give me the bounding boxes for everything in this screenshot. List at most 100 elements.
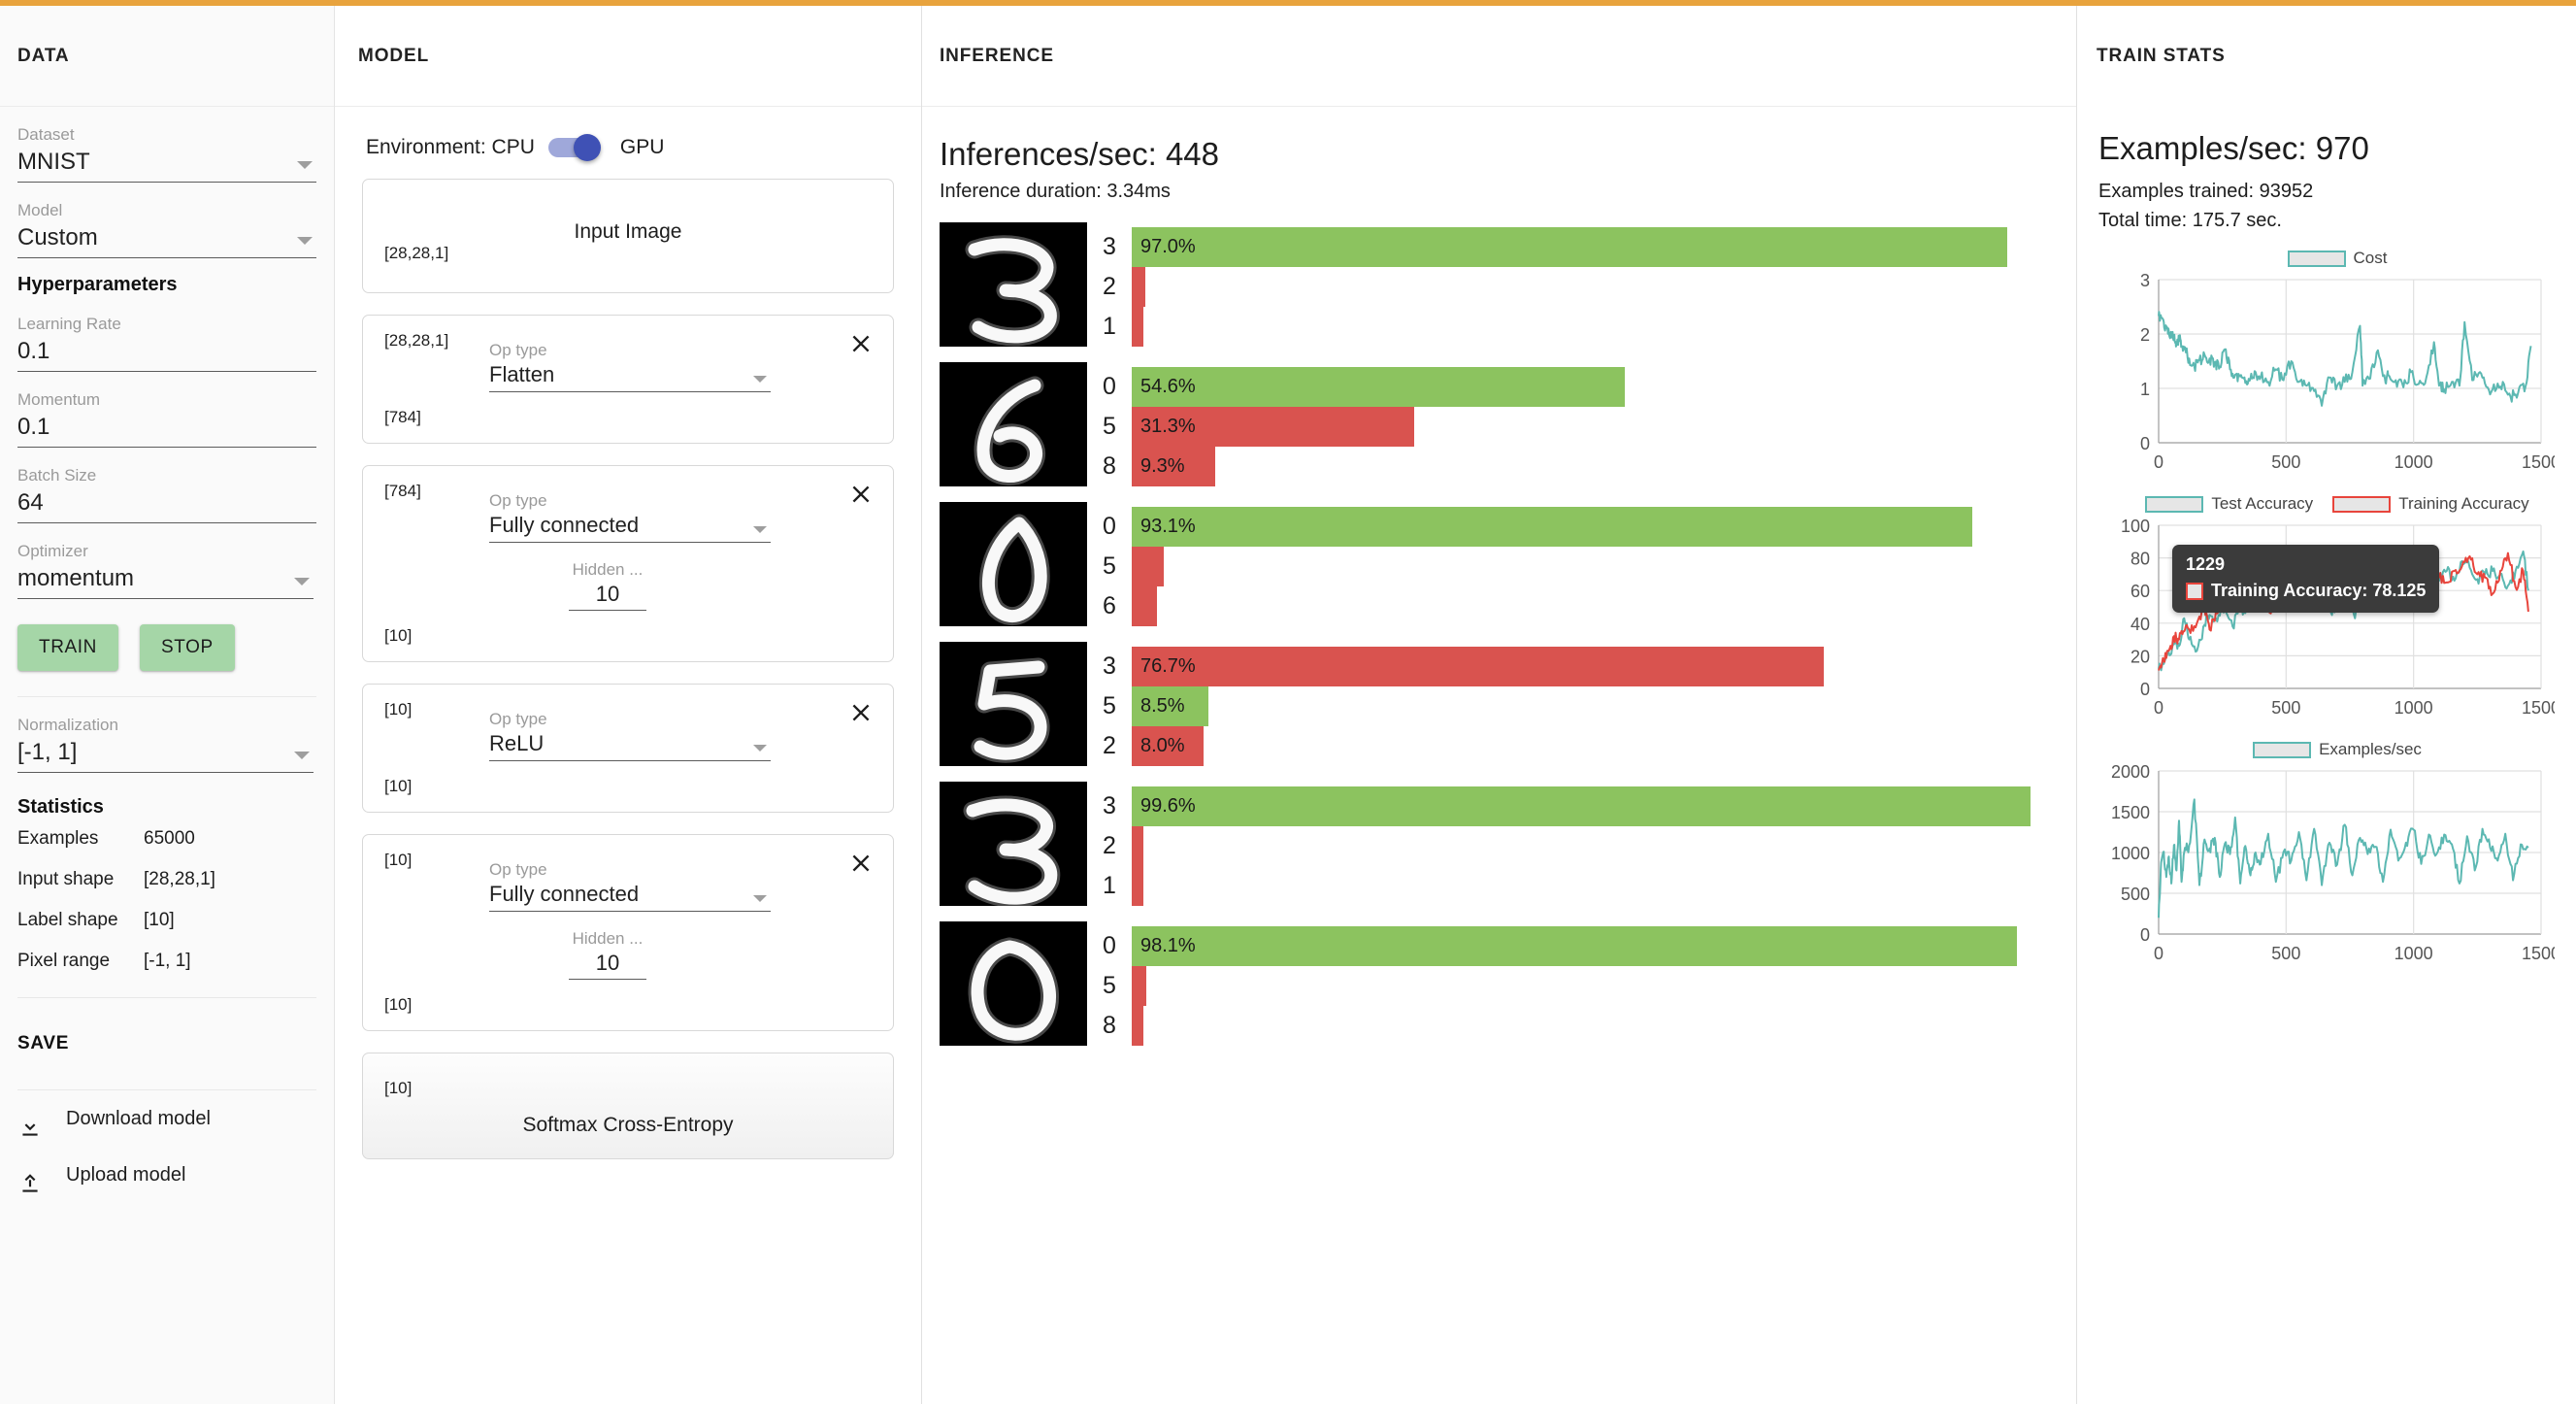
momentum-value[interactable]: 0.1 bbox=[17, 411, 316, 448]
stop-button[interactable]: STOP bbox=[140, 624, 235, 671]
layer-output-shape: [28,28,1] bbox=[384, 244, 449, 262]
chart-series-line bbox=[2158, 311, 2532, 407]
prediction-bar: 1.6% bbox=[1132, 966, 2125, 1006]
normalization-value: [-1, 1] bbox=[17, 736, 314, 773]
momentum-label: Momentum bbox=[17, 390, 101, 409]
op-type-select[interactable]: Flatten bbox=[489, 362, 771, 392]
examples-chart-legend: Examples/sec bbox=[2098, 740, 2576, 759]
prediction-bar: 8.5% bbox=[1132, 686, 1209, 726]
prediction-bars: 0 54.6% 5 31.3% 8 9.3% bbox=[1087, 362, 2076, 486]
prediction-digit: 2 bbox=[1103, 732, 1116, 759]
hidden-units-value[interactable]: 10 bbox=[569, 582, 646, 611]
prediction-digit: 6 bbox=[1103, 592, 1116, 619]
data-panel-body: Dataset MNIST Model Custom Hyperparamete… bbox=[0, 124, 334, 1203]
op-type-label: Op type bbox=[489, 341, 547, 359]
svg-text:0: 0 bbox=[2140, 434, 2150, 453]
op-type-label: Op type bbox=[489, 491, 547, 510]
layer-card-input[interactable]: Input Image [28,28,1] bbox=[362, 179, 894, 293]
layer-card-fully-connected[interactable]: [784] Op type Fully connected Hidden ...… bbox=[362, 465, 894, 662]
legend-item[interactable]: Test Accuracy bbox=[2145, 494, 2313, 514]
svg-text:80: 80 bbox=[2130, 550, 2150, 569]
dataset-label: Dataset bbox=[17, 125, 75, 144]
inference-column: INFERENCE Inferences/sec: 448 Inference … bbox=[922, 6, 2125, 1404]
model-select[interactable]: Model Custom bbox=[17, 200, 316, 258]
accuracy-chart-legend: Test Accuracy Training Accuracy bbox=[2098, 494, 2576, 514]
prediction-line: 5 3.6% bbox=[1087, 547, 2125, 586]
prediction-digit: 2 bbox=[1103, 273, 1116, 300]
hidden-units-value[interactable]: 10 bbox=[569, 951, 646, 980]
op-type-select[interactable]: ReLU bbox=[489, 731, 771, 761]
prediction-line: 8 0.2% bbox=[1087, 1006, 2125, 1046]
layer-input-shape: [784] bbox=[384, 482, 421, 500]
upload-model-label: Upload model bbox=[66, 1164, 186, 1186]
stat-value: [28,28,1] bbox=[144, 869, 215, 889]
legend-item[interactable]: Cost bbox=[2287, 249, 2388, 268]
close-icon[interactable] bbox=[848, 851, 874, 876]
batch-size-value[interactable]: 64 bbox=[17, 486, 316, 523]
optimizer-select[interactable]: Optimizer momentum bbox=[17, 541, 314, 599]
stat-key: Label shape bbox=[17, 910, 118, 930]
prediction-bar-track: 97.0% bbox=[1132, 227, 2076, 267]
prediction-bar: 93.1% bbox=[1132, 507, 1972, 547]
dataset-select[interactable]: Dataset MNIST bbox=[17, 124, 316, 183]
prediction-bar: 31.3% bbox=[1132, 407, 1415, 447]
prediction-percent: 9.3% bbox=[1140, 455, 1185, 477]
prediction-bar: 76.7% bbox=[1132, 647, 1825, 686]
momentum-field[interactable]: Momentum 0.1 bbox=[17, 389, 316, 448]
learning-rate-value[interactable]: 0.1 bbox=[17, 335, 316, 372]
prediction-digit: 8 bbox=[1103, 452, 1116, 480]
prediction-bar: 54.6% bbox=[1132, 367, 1625, 407]
prediction-line: 5 31.3% bbox=[1087, 407, 2076, 447]
layer-card-fully-connected-2[interactable]: [10] Op type Fully connected Hidden ... … bbox=[362, 834, 894, 1031]
legend-label: Cost bbox=[2353, 249, 2388, 267]
inference-row: 0 98.1% 5 1.6% 8 0.2% bbox=[940, 921, 2125, 1046]
legend-item[interactable]: Examples/sec bbox=[2253, 740, 2422, 759]
op-type-label: Op type bbox=[489, 860, 547, 879]
prediction-bar-track: 76.7% bbox=[1132, 647, 2076, 686]
model-panel-body: Environment: CPU GPU Input Image [28,28,… bbox=[335, 107, 921, 1404]
layer-card-flatten[interactable]: [28,28,1] Op type Flatten [784] bbox=[362, 315, 894, 444]
normalization-select[interactable]: Normalization [-1, 1] bbox=[17, 715, 314, 773]
legend-item[interactable]: Training Accuracy bbox=[2332, 494, 2529, 514]
download-model-button[interactable]: Download model bbox=[17, 1090, 316, 1147]
prediction-bar-track: 3.6% bbox=[1132, 547, 2125, 586]
prediction-bar: 0.2% bbox=[1132, 1006, 2125, 1046]
train-stats-panel-body: Examples/sec: 970 Examples trained: 9395… bbox=[2077, 107, 2576, 972]
learning-rate-field[interactable]: Learning Rate 0.1 bbox=[17, 314, 316, 372]
environment-gpu-label: GPU bbox=[619, 136, 665, 158]
prediction-percent: 93.1% bbox=[1140, 516, 1196, 537]
prediction-bar-track: 1.5% bbox=[1132, 267, 2125, 307]
optimizer-label: Optimizer bbox=[17, 542, 88, 560]
op-type-select[interactable]: Fully connected bbox=[489, 882, 771, 912]
layer-card-relu[interactable]: [10] Op type ReLU [10] bbox=[362, 684, 894, 813]
data-column: DATA Dataset MNIST Model Custom Hyperpar… bbox=[0, 6, 335, 1404]
prediction-line: 2 8.0% bbox=[1087, 726, 2076, 766]
environment-toggle[interactable] bbox=[547, 134, 607, 161]
svg-text:1: 1 bbox=[2140, 380, 2150, 399]
prediction-digit: 3 bbox=[1103, 792, 1116, 819]
digit-thumbnail bbox=[940, 921, 1087, 1046]
svg-text:1500: 1500 bbox=[2522, 944, 2555, 963]
prediction-percent: 99.6% bbox=[1140, 795, 1196, 817]
stat-value: [-1, 1] bbox=[144, 951, 191, 971]
close-icon[interactable] bbox=[848, 700, 874, 725]
prediction-digit: 0 bbox=[1103, 373, 1116, 400]
upload-model-button[interactable]: Upload model bbox=[17, 1147, 316, 1203]
prediction-line: 8 9.3% bbox=[1087, 447, 2076, 486]
stat-key: Pixel range bbox=[17, 951, 111, 971]
train-button[interactable]: TRAIN bbox=[17, 624, 118, 671]
svg-text:500: 500 bbox=[2121, 885, 2150, 904]
op-type-value: Flatten bbox=[489, 362, 555, 386]
chevron-down-icon bbox=[294, 578, 310, 585]
close-icon[interactable] bbox=[848, 482, 874, 507]
model-column-header: MODEL bbox=[335, 6, 921, 107]
op-type-group: Op type Fully connected bbox=[489, 491, 872, 543]
normalization-label: Normalization bbox=[17, 716, 118, 734]
legend-label: Test Accuracy bbox=[2211, 494, 2314, 513]
prediction-bar: 0.2% bbox=[1132, 866, 2125, 906]
inference-column-header: INFERENCE bbox=[922, 6, 2076, 107]
close-icon[interactable] bbox=[848, 331, 874, 356]
batch-size-field[interactable]: Batch Size 64 bbox=[17, 465, 316, 523]
layer-card-loss[interactable]: [10] Softmax Cross-Entropy bbox=[362, 1053, 894, 1159]
op-type-select[interactable]: Fully connected bbox=[489, 513, 771, 543]
